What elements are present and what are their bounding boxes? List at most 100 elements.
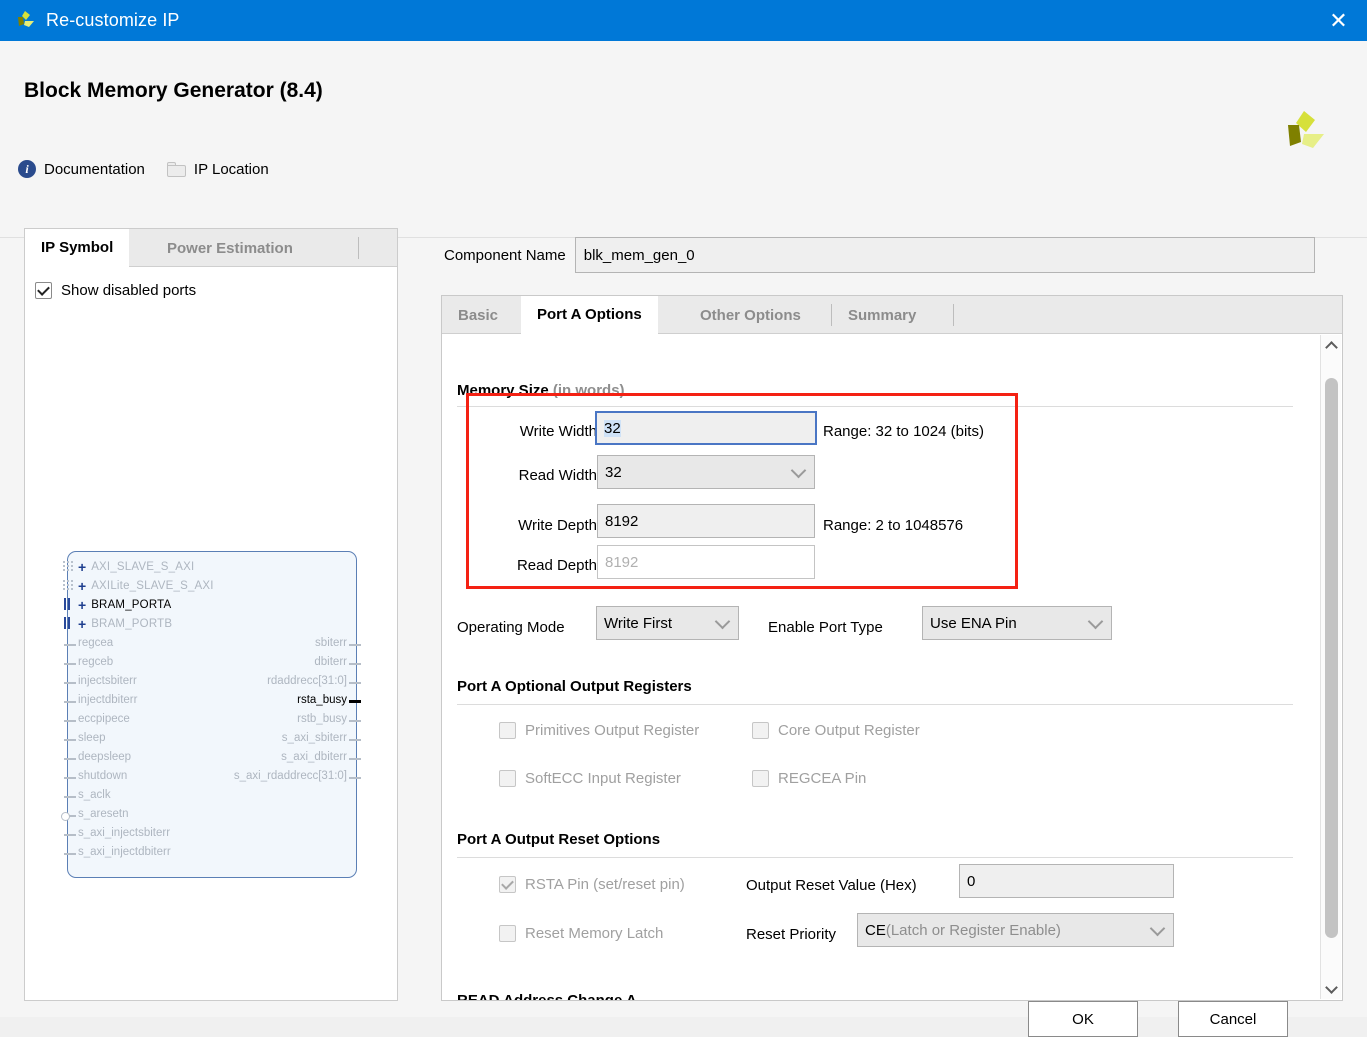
- options-vertical-scrollbar[interactable]: [1320, 335, 1341, 999]
- expand-plus-icon[interactable]: +: [78, 579, 86, 593]
- write-depth-input[interactable]: 8192: [597, 504, 815, 538]
- output-reset-value-input[interactable]: 0: [959, 864, 1174, 898]
- input-pin-s-aclk: s_aclk: [64, 789, 111, 801]
- tab-port-a-options[interactable]: Port A Options: [521, 296, 658, 334]
- pin-stub-icon: [64, 853, 76, 855]
- bus-port-bram-porta[interactable]: + BRAM_PORTA: [64, 598, 171, 612]
- input-pin-label: regcea: [78, 637, 114, 649]
- input-pin-label: s_aresetn: [78, 808, 129, 820]
- reset-priority-value-suffix: (Latch or Register Enable): [885, 921, 1061, 939]
- input-pin-s-aresetn: s_aresetn: [61, 808, 129, 821]
- softecc-input-register-checkbox[interactable]: SoftECC Input Register: [499, 770, 681, 787]
- scroll-down-button[interactable]: [1321, 979, 1342, 999]
- output-pin-label: s_axi_dbiterr: [281, 751, 347, 763]
- tab-basic-label: Basic: [458, 306, 499, 324]
- ok-button[interactable]: OK: [1028, 1001, 1138, 1037]
- chevron-down-icon: [1149, 920, 1166, 936]
- input-pin-label: shutdown: [78, 770, 128, 782]
- pin-stub-icon: [349, 758, 361, 760]
- chevron-down-icon: [1087, 613, 1104, 629]
- scroll-up-button[interactable]: [1321, 335, 1342, 355]
- xilinx-logo-icon: [1279, 109, 1329, 159]
- read-depth-label: Read Depth: [516, 557, 597, 574]
- read-width-value: 32: [605, 463, 622, 481]
- scrollbar-thumb[interactable]: [1325, 378, 1338, 938]
- output-pin-rstb-busy: rstb_busy: [297, 713, 361, 725]
- output-pin-rdaddrecc: rdaddrecc[31:0]: [267, 675, 361, 687]
- tab-power-estimation-label: Power Estimation: [167, 239, 293, 257]
- enable-port-type-combobox[interactable]: Use ENA Pin: [922, 606, 1112, 640]
- output-reset-options-group-title: Port A Output Reset Options: [457, 831, 660, 848]
- tab-basic[interactable]: Basic: [442, 296, 514, 334]
- page-title: Block Memory Generator (8.4): [24, 79, 323, 102]
- pin-stub-icon: [64, 663, 76, 665]
- write-width-input[interactable]: 32: [595, 411, 817, 445]
- expand-plus-icon[interactable]: +: [78, 598, 86, 612]
- right-tab-divider-2: [953, 304, 954, 326]
- expand-plus-icon[interactable]: +: [78, 617, 86, 631]
- pin-stub-icon: [349, 663, 361, 665]
- pin-stub-icon: [64, 777, 76, 779]
- primitives-output-register-checkbox[interactable]: Primitives Output Register: [499, 722, 699, 739]
- input-pin-label: regceb: [78, 656, 114, 668]
- component-name-input[interactable]: blk_mem_gen_0: [574, 237, 1315, 273]
- input-pin-label: eccpipece: [78, 713, 130, 725]
- read-width-label: Read Width: [518, 467, 597, 484]
- bus-port-axi-slave-s-axi[interactable]: + AXI_SLAVE_S_AXI: [62, 560, 194, 574]
- read-depth-input[interactable]: 8192: [597, 545, 815, 579]
- tab-other-options[interactable]: Other Options: [684, 296, 817, 334]
- ip-symbol-canvas: Show disabled ports + AXI_SLAVE_S_AXI + …: [25, 267, 397, 1000]
- pin-stub-icon: [349, 644, 361, 646]
- optional-output-registers-group-title: Port A Optional Output Registers: [457, 678, 692, 695]
- write-width-value: 32: [604, 419, 621, 437]
- show-disabled-ports-checkbox[interactable]: Show disabled ports: [35, 282, 196, 299]
- reset-memory-latch-label: Reset Memory Latch: [525, 925, 664, 942]
- ip-location-link[interactable]: IP Location: [166, 160, 269, 178]
- bus-port-axilite-slave-s-axi[interactable]: + AXILite_SLAVE_S_AXI: [62, 579, 214, 593]
- bus-marker-bars-icon: [62, 617, 73, 629]
- reset-priority-combobox[interactable]: CE (Latch or Register Enable): [857, 913, 1174, 947]
- right-tabstrip: Basic Port A Options Other Options Summa…: [442, 296, 1342, 334]
- cancel-button-label: Cancel: [1209, 1010, 1257, 1028]
- cancel-button[interactable]: Cancel: [1178, 1001, 1288, 1037]
- pin-stub-icon: [64, 739, 76, 741]
- output-pin-label: rstb_busy: [297, 713, 347, 725]
- info-icon: i: [18, 160, 36, 178]
- checkbox-box: [752, 770, 769, 787]
- core-output-register-checkbox[interactable]: Core Output Register: [752, 722, 920, 739]
- show-disabled-ports-label: Show disabled ports: [61, 282, 197, 299]
- read-depth-value: 8192: [605, 553, 639, 571]
- tab-ip-symbol[interactable]: IP Symbol: [25, 229, 130, 267]
- reset-memory-latch-checkbox[interactable]: Reset Memory Latch: [499, 925, 663, 942]
- rsta-pin-checkbox[interactable]: RSTA Pin (set/reset pin): [499, 876, 685, 893]
- bus-port-bram-portb[interactable]: + BRAM_PORTB: [64, 617, 172, 631]
- write-depth-range: Range: 2 to 1048576: [823, 517, 964, 534]
- ip-location-link-label: IP Location: [193, 160, 269, 178]
- header-linkbar: i Documentation IP Location: [18, 160, 291, 178]
- pin-stub-icon: [64, 720, 76, 722]
- regcea-pin-checkbox[interactable]: REGCEA Pin: [752, 770, 866, 787]
- output-pin-label: sbiterr: [315, 637, 347, 649]
- input-pin-s-axi-injectdbiterr: s_axi_injectdbiterr: [64, 846, 171, 858]
- close-icon[interactable]: ✕: [1310, 0, 1367, 41]
- bus-marker-dots-icon: [62, 560, 73, 572]
- output-pin-sbiterr: sbiterr: [315, 637, 361, 649]
- documentation-link[interactable]: i Documentation: [18, 160, 145, 178]
- tab-power-estimation[interactable]: Power Estimation: [151, 229, 309, 267]
- core-output-register-label: Core Output Register: [778, 722, 920, 739]
- bus-marker-bars-icon: [62, 598, 73, 610]
- operating-mode-combobox[interactable]: Write First: [596, 606, 739, 640]
- write-width-range: Range: 32 to 1024 (bits): [823, 423, 984, 440]
- output-pin-label: dbiterr: [314, 656, 347, 668]
- reset-priority-value: CE: [865, 921, 886, 939]
- tab-summary[interactable]: Summary: [832, 296, 932, 334]
- checkbox-box: [35, 282, 52, 299]
- expand-plus-icon[interactable]: +: [78, 560, 86, 574]
- input-pin-deepsleep: deepsleep: [64, 751, 131, 763]
- read-width-combobox[interactable]: 32: [597, 455, 815, 489]
- input-pin-injectsbiterr: injectsbiterr: [64, 675, 137, 687]
- pin-stub-icon: [349, 682, 361, 684]
- pin-stub-icon: [64, 682, 76, 684]
- input-pin-eccpipece: eccpipece: [64, 713, 130, 725]
- softecc-input-register-label: SoftECC Input Register: [525, 770, 681, 787]
